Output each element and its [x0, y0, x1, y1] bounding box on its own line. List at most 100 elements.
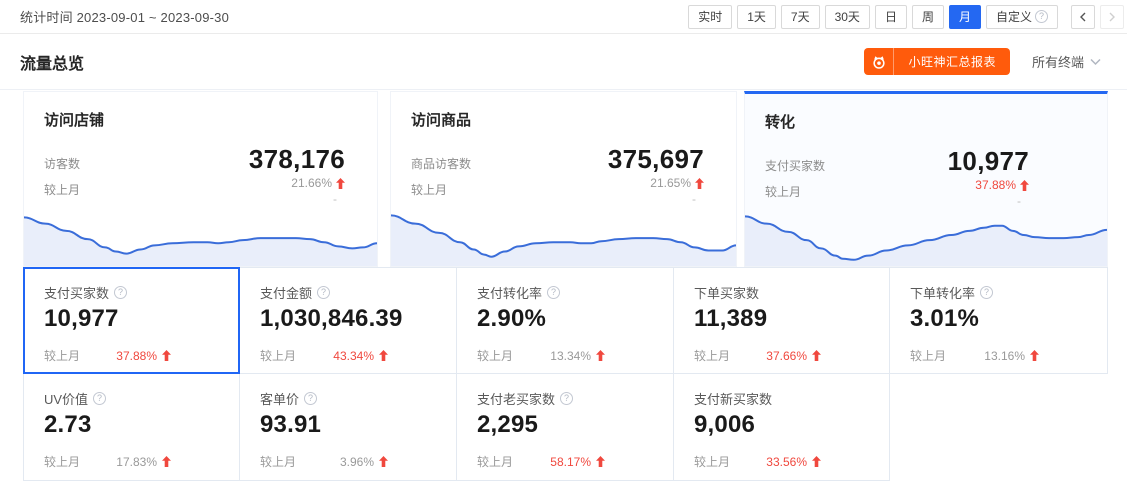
compare-label: 较上月: [694, 453, 730, 470]
help-icon[interactable]: ?: [980, 286, 993, 299]
metric-label: 下单买家数: [694, 283, 759, 302]
terminal-dropdown-value: 所有终端: [1032, 52, 1084, 71]
up-arrow-icon: [336, 178, 345, 189]
help-icon[interactable]: ?: [114, 286, 127, 299]
metric-change: 21.65%: [650, 176, 691, 190]
prev-period-button[interactable]: [1071, 5, 1095, 29]
metric-label: 下单转化率: [910, 283, 975, 302]
help-icon[interactable]: ?: [304, 392, 317, 405]
chevron-right-icon: [1107, 12, 1117, 22]
metric-label: 访客数: [44, 155, 80, 172]
metric-value: 1,030,846.39: [260, 305, 438, 333]
metric-label: 支付金额: [260, 283, 312, 302]
section-header: 流量总览 小旺神汇总报表 所有终端: [0, 34, 1127, 90]
metric-value: 10,977: [948, 148, 1029, 175]
metric-cell-paid-buyers[interactable]: 支付买家数? 10,977 较上月 37.88%: [23, 267, 240, 374]
up-arrow-icon: [695, 178, 704, 189]
compare-label: 较上月: [44, 347, 80, 364]
metric-cell-uv-value[interactable]: UV价值? 2.73 较上月 17.83%: [23, 374, 240, 481]
metric-change: 13.16%: [984, 349, 1039, 363]
next-period-button[interactable]: [1100, 5, 1124, 29]
metric-value: 378,176: [249, 146, 345, 173]
mascot-icon: [864, 48, 894, 75]
range-button-realtime[interactable]: 实时: [688, 5, 732, 29]
range-button-group: 实时 1天 7天 30天 日 周 月 自定义 ?: [688, 5, 1124, 29]
up-arrow-icon: [812, 456, 821, 467]
up-arrow-icon: [812, 350, 821, 361]
summary-report-label: 小旺神汇总报表: [894, 53, 1010, 70]
metric-change: 43.34%: [333, 349, 388, 363]
card-visit-shop[interactable]: 访问店铺 访客数 较上月 378,176 21.66% -: [23, 91, 378, 267]
metric-cell-payment-amount[interactable]: 支付金额? 1,030,846.39 较上月 43.34%: [240, 267, 457, 374]
compare-label: 较上月: [910, 347, 946, 364]
metric-cell-paid-old-buyers[interactable]: 支付老买家数? 2,295 较上月 58.17%: [457, 374, 674, 481]
metric-label: 客单价: [260, 389, 299, 408]
compare-label: 较上月: [477, 347, 513, 364]
up-arrow-icon: [162, 456, 171, 467]
metric-change: 37.88%: [116, 349, 171, 363]
range-button-custom[interactable]: 自定义 ?: [986, 5, 1058, 29]
empty-grid-cell: [890, 374, 1108, 481]
metric-value: 93.91: [260, 411, 438, 439]
metric-label: 支付买家数: [765, 157, 825, 174]
metric-label: 支付新买家数: [694, 389, 772, 408]
metric-label: 商品访客数: [411, 155, 471, 172]
visitors-sparkline-chart: [24, 204, 377, 266]
up-arrow-icon: [596, 350, 605, 361]
metric-value: 3.01%: [910, 305, 1089, 333]
metric-cell-payment-conversion-rate[interactable]: 支付转化率? 2.90% 较上月 13.34%: [457, 267, 674, 374]
range-button-7day[interactable]: 7天: [781, 5, 820, 29]
metric-change: 37.88%: [975, 178, 1016, 192]
compare-label: 较上月: [44, 181, 80, 198]
metric-label: UV价值: [44, 389, 88, 408]
product-visitors-sparkline-chart: [391, 204, 736, 266]
compare-label: 较上月: [765, 183, 825, 200]
compare-label: 较上月: [260, 453, 296, 470]
metric-value: 375,697: [608, 146, 704, 173]
card-title: 访问店铺: [44, 109, 345, 130]
custom-label: 自定义: [996, 8, 1032, 25]
metric-value: 11,389: [694, 305, 871, 333]
card-visit-product[interactable]: 访问商品 商品访客数 较上月 375,697 21.65% -: [390, 91, 737, 267]
range-button-week[interactable]: 周: [912, 5, 944, 29]
help-icon[interactable]: ?: [317, 286, 330, 299]
metric-change: 21.66%: [291, 176, 332, 190]
metric-value: 2.73: [44, 411, 221, 439]
metric-cell-avg-order-value[interactable]: 客单价? 93.91 较上月 3.96%: [240, 374, 457, 481]
metric-cell-order-conversion-rate[interactable]: 下单转化率? 3.01% 较上月 13.16%: [890, 267, 1108, 374]
date-filter-bar: 统计时间 2023-09-01 ~ 2023-09-30 实时 1天 7天 30…: [0, 0, 1127, 34]
stat-time-label: 统计时间: [20, 10, 73, 25]
terminal-dropdown[interactable]: 所有终端: [1032, 52, 1101, 71]
metric-grid: 支付买家数? 10,977 较上月 37.88% 支付金额? 1,030,846…: [23, 267, 1127, 481]
page-title: 流量总览: [20, 50, 84, 74]
metric-change: 33.56%: [766, 455, 821, 469]
metric-cell-paid-new-buyers[interactable]: 支付新买家数 9,006 较上月 33.56%: [674, 374, 890, 481]
card-conversion-selected[interactable]: 转化 支付买家数 较上月 10,977 37.88% -: [744, 91, 1108, 267]
metric-cell-order-buyers[interactable]: 下单买家数 11,389 较上月 37.66%: [674, 267, 890, 374]
compare-label: 较上月: [260, 347, 296, 364]
up-arrow-icon: [1020, 180, 1029, 191]
help-icon[interactable]: ?: [560, 392, 573, 405]
range-button-month[interactable]: 月: [949, 5, 981, 29]
up-arrow-icon: [379, 456, 388, 467]
metric-change: 37.66%: [766, 349, 821, 363]
range-button-30day[interactable]: 30天: [825, 5, 870, 29]
metric-value: 2,295: [477, 411, 655, 439]
help-icon[interactable]: ?: [547, 286, 560, 299]
range-button-1day[interactable]: 1天: [737, 5, 776, 29]
metric-change: 58.17%: [550, 455, 605, 469]
metric-label: 支付老买家数: [477, 389, 555, 408]
help-icon[interactable]: ?: [93, 392, 106, 405]
up-arrow-icon: [1030, 350, 1039, 361]
metric-value: 2.90%: [477, 305, 655, 333]
date-range-value: 2023-09-01 ~ 2023-09-30: [77, 10, 229, 25]
metric-label: 支付转化率: [477, 283, 542, 302]
range-button-day[interactable]: 日: [875, 5, 907, 29]
stat-time: 统计时间 2023-09-01 ~ 2023-09-30: [20, 7, 229, 26]
metric-value: 9,006: [694, 411, 871, 439]
compare-label: 较上月: [411, 181, 471, 198]
metric-change: 17.83%: [116, 455, 171, 469]
metric-change: 3.96%: [340, 455, 388, 469]
summary-report-button[interactable]: 小旺神汇总报表: [864, 48, 1010, 75]
card-title: 转化: [765, 111, 1029, 132]
